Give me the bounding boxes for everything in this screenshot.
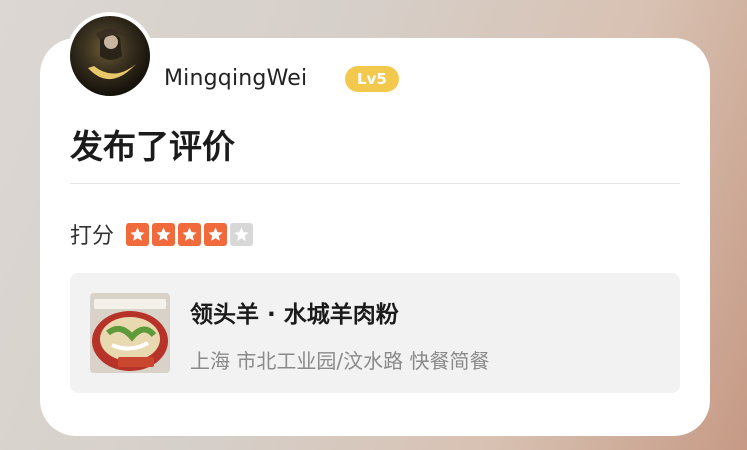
rating-label: 打分 <box>70 224 115 249</box>
avatar-image <box>70 16 150 96</box>
avatar[interactable] <box>66 12 154 100</box>
star-filled-icon <box>178 222 202 246</box>
rating-row: 打分 <box>70 218 254 250</box>
shop-thumbnail <box>90 293 170 373</box>
divider <box>70 183 680 184</box>
star-filled-icon <box>152 222 176 246</box>
username[interactable]: MingqingWei <box>164 66 307 91</box>
shop-name: 领头羊 · 水城羊肉粉 <box>190 302 399 328</box>
post-headline: 发布了评价 <box>70 127 235 166</box>
star-filled-icon <box>126 222 150 246</box>
star-rating <box>126 222 254 246</box>
shop-card[interactable]: 领头羊 · 水城羊肉粉 上海 市北工业园/汶水路 快餐简餐 <box>70 273 680 393</box>
star-empty-icon <box>230 222 254 246</box>
shop-meta: 上海 市北工业园/汶水路 快餐简餐 <box>190 349 490 373</box>
star-filled-icon <box>204 222 228 246</box>
level-badge: Lv5 <box>345 66 399 92</box>
